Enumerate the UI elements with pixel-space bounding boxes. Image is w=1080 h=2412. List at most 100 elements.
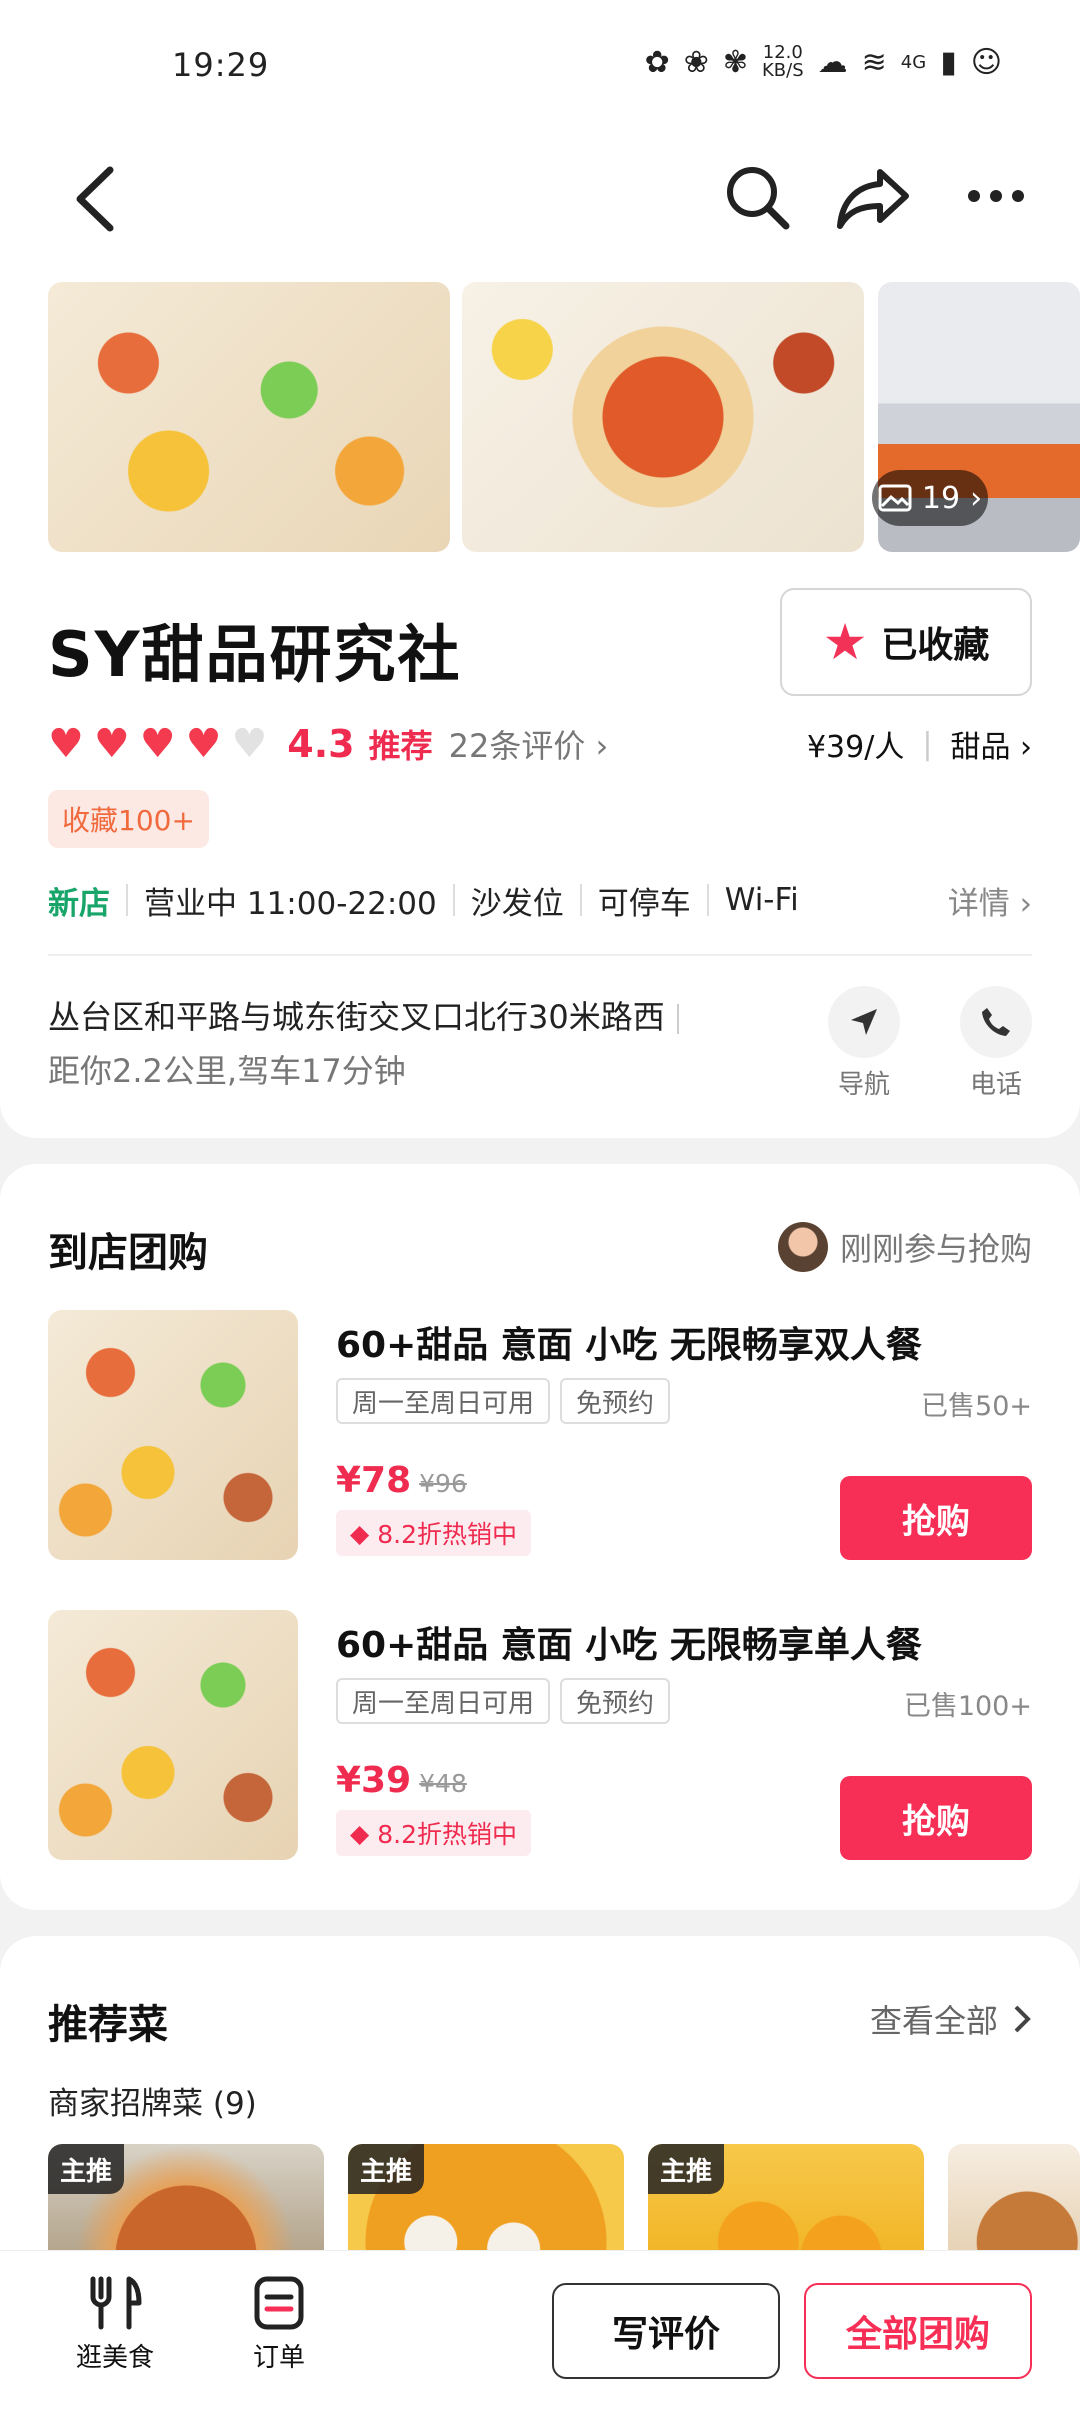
photo-count-label: 19 [921,480,961,516]
recent-purchase-label: 刚刚参与抢购 [839,1230,1032,1268]
deal-tags: 周一至周日可用 免预约 [336,1678,671,1724]
original-price: ¥48 [419,1769,467,1798]
deal-price: ¥78 ¥96 [336,1460,467,1501]
chevron-right-icon [1014,2005,1031,2033]
distance-text: 距你2.2公里,驾车17分钟 [48,1052,406,1090]
deal-image [48,1310,298,1560]
tab-food-label: 逛美食 [75,2343,154,2373]
divider [579,884,582,916]
recent-purchase: 刚刚参与抢购 [777,1222,1032,1272]
star-icon: ★ [822,613,868,671]
category-label: 甜品 › [950,730,1032,765]
deal-price: ¥39 ¥48 [336,1760,467,1801]
deal-tags: 周一至周日可用 免预约 [336,1378,671,1424]
search-icon[interactable] [722,162,792,232]
signature-dishes-label: 商家招牌菜 (9) [48,2086,257,2122]
feature-sofa: 沙发位 [470,885,564,922]
status-time: 19:29 [172,46,270,84]
price-category[interactable]: ¥39/人 | 甜品 › [807,722,1032,766]
review-count-link[interactable]: 22条评价 › [449,721,609,767]
tab-food[interactable]: 逛美食 [60,2275,170,2374]
shop-features-row[interactable]: 新店 营业中 11:00-22:00 沙发位 可停车 Wi-Fi 详情 › [48,868,1032,932]
address-text: 丛台区和平路与城东街交叉口北行30米路西 [48,998,665,1036]
heart-icon: ♥ [185,721,222,767]
call-button[interactable] [960,986,1032,1058]
sold-count: 已售50+ [921,1391,1032,1422]
avatar [777,1222,828,1272]
shop-name: SY甜品研究社 [48,618,462,691]
status-icons: ✿ ❀ ✾ 12.0 KB/S ☁ ≋ 4G ▮ ☺ [645,44,1002,80]
shop-photo[interactable] [462,282,864,552]
section-title: 推荐菜 [48,2002,168,2048]
divider [676,1004,679,1034]
business-hours: 营业中 11:00-22:00 [144,885,437,922]
divider [48,954,1032,956]
current-price: ¥78 [336,1460,412,1501]
rating-score: 4.3 [287,722,355,766]
divider [126,884,128,916]
heart-empty-icon: ♥ [231,721,268,767]
status-bar: 19:29 ✿ ❀ ✾ 12.0 KB/S ☁ ≋ 4G ▮ ☺ [0,0,1080,120]
chevron-right-icon: › [970,480,983,516]
notification-icon: ☁ [817,44,848,80]
navigate-button[interactable] [828,986,900,1058]
recommend-label: 推荐 [368,727,433,765]
back-icon[interactable] [72,164,118,234]
rating-hearts: ♥ ♥ ♥ ♥ ♥ [48,721,267,767]
photo-count-badge[interactable]: 19 › [872,470,988,526]
deal-tag: 周一至周日可用 [336,1378,551,1424]
more-icon[interactable] [966,176,1026,216]
discount-label: 8.2折热销中 [377,1820,517,1849]
phone-icon [982,1008,1010,1036]
feature-parking: 可停车 [597,885,691,922]
section-title: 到店团购 [48,1230,208,1276]
all-deals-button[interactable]: 全部团购 [804,2283,1032,2379]
heart-icon: ♥ [48,721,84,767]
battery-icon: ☺ [970,44,1002,80]
deal-item[interactable]: 60+甜品 意面 小吃 无限畅享双人餐 周一至周日可用 免预约 已售50+ ¥7… [48,1310,1032,1560]
signal-icon: 4G [900,51,927,73]
shop-info-card: 19 › SY甜品研究社 ★ 已收藏 ♥ ♥ ♥ ♥ ♥ 4.3 推荐 22条评… [0,270,1080,1138]
discount-badge: ◆ 8.2折热销中 [336,1510,531,1556]
buy-button[interactable]: 抢购 [840,1476,1032,1560]
buy-button[interactable]: 抢购 [840,1776,1032,1860]
see-all-link[interactable]: 查看全部 [870,1996,1032,2042]
current-price: ¥39 [336,1760,412,1801]
discount-badge: ◆ 8.2折热销中 [336,1810,531,1856]
tag-icon: ◆ [350,1818,370,1848]
deal-item[interactable]: 60+甜品 意面 小吃 无限畅享单人餐 周一至周日可用 免预约 已售100+ ¥… [48,1610,1032,1860]
favorite-label: 已收藏 [881,625,990,666]
deal-tag: 免预约 [560,1678,671,1724]
deal-title: 60+甜品 意面 小吃 无限畅享双人餐 [336,1325,922,1366]
heart-icon: ♥ [93,721,130,767]
featured-badge: 主推 [48,2144,125,2194]
tab-orders[interactable]: 订单 [224,2275,334,2374]
sold-count: 已售100+ [903,1691,1032,1722]
deal-tag: 周一至周日可用 [336,1678,551,1724]
shop-photo[interactable] [48,282,450,552]
address-block[interactable]: 丛台区和平路与城东街交叉口北行30米路西距你2.2公里,驾车17分钟 [48,990,708,1098]
write-review-button[interactable]: 写评价 [552,2283,780,2379]
rating-row: ♥ ♥ ♥ ♥ ♥ 4.3 推荐 22条评价 › ¥39/人 | 甜品 › [48,716,1032,772]
notification-icon: ✾ [722,44,748,80]
heart-icon: ♥ [139,721,176,767]
share-icon[interactable] [836,166,912,230]
divider [706,884,709,916]
navigate-label: 导航 [837,1070,890,1100]
divider: | [922,726,933,762]
original-price: ¥96 [419,1469,467,1498]
group-buy-card: 到店团购 刚刚参与抢购 60+甜品 意面 小吃 无限畅享双人餐 周一至周日可用 … [0,1164,1080,1910]
tag-icon: ◆ [350,1518,370,1548]
details-link[interactable]: 详情 › [948,878,1032,923]
nav-bar [0,120,1080,280]
order-icon [254,2276,304,2330]
fork-knife-icon [90,2276,142,2330]
notification-icon: ✿ [644,44,670,80]
favorite-button[interactable]: ★ 已收藏 [780,588,1032,696]
image-icon [878,484,912,512]
favorite-count-badge: 收藏100+ [48,790,209,848]
navigation-icon [851,1009,877,1035]
deal-title: 60+甜品 意面 小吃 无限畅享单人餐 [336,1625,922,1666]
discount-label: 8.2折热销中 [377,1520,517,1549]
divider [452,884,455,916]
